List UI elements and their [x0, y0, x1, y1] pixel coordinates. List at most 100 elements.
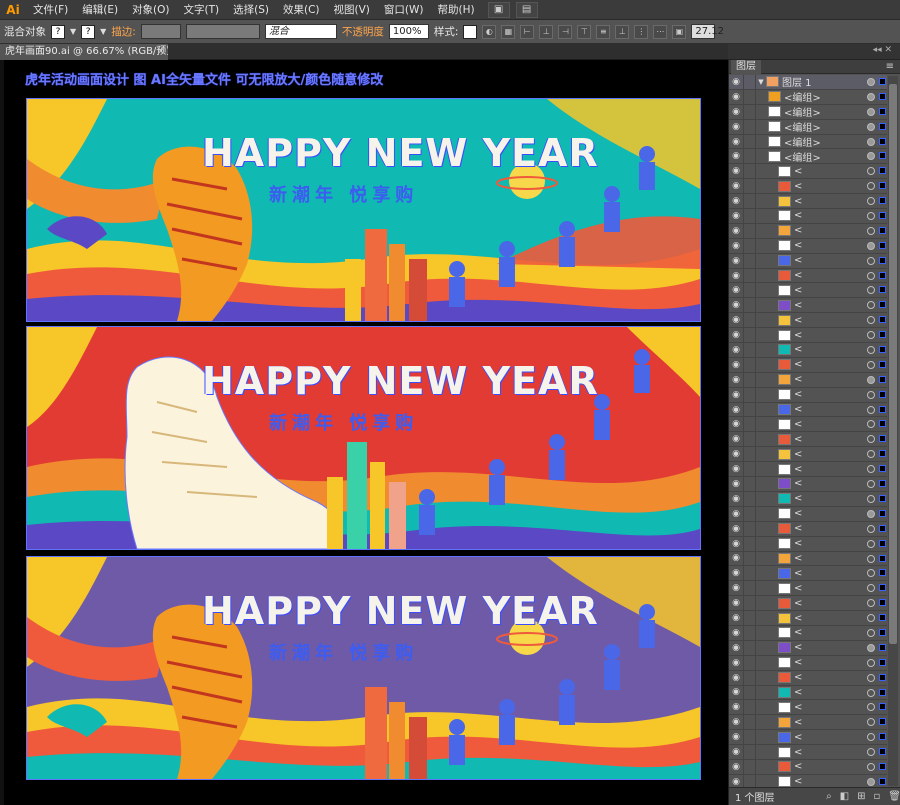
expand-triangle-icon[interactable]: ▶	[756, 778, 783, 786]
target-icon[interactable]	[867, 688, 875, 697]
target-icon[interactable]	[867, 226, 875, 235]
align-bottom-icon[interactable]: ⊥	[615, 24, 630, 39]
eye-icon[interactable]: ◉	[729, 628, 743, 638]
sublayer-row[interactable]: ◉▶<	[729, 223, 887, 239]
expand-triangle-icon[interactable]: ▶	[756, 93, 773, 101]
lock-toggle[interactable]	[743, 745, 756, 759]
sublayer-row[interactable]: ◉ <	[729, 506, 887, 522]
eye-icon[interactable]: ◉	[729, 777, 743, 787]
expand-triangle-icon[interactable]: ▶	[756, 703, 783, 711]
selection-indicator[interactable]	[879, 167, 886, 175]
selection-indicator[interactable]	[879, 524, 886, 532]
selection-indicator[interactable]	[879, 271, 886, 279]
eye-icon[interactable]: ◉	[729, 151, 743, 161]
artboard-banner-teal[interactable]: HAPPY NEW YEAR 新潮年 悦享购	[26, 98, 701, 322]
eye-icon[interactable]: ◉	[729, 464, 743, 474]
lock-toggle[interactable]	[743, 759, 756, 774]
target-icon[interactable]	[867, 78, 875, 86]
sublayer-row[interactable]: ◉▶<	[729, 640, 887, 656]
selection-indicator[interactable]	[879, 494, 886, 502]
chevron-down-icon[interactable]: ▼	[100, 27, 106, 36]
collapse-icon[interactable]: ◂◂ ✕	[873, 45, 892, 55]
selection-indicator[interactable]	[879, 718, 886, 726]
eye-icon[interactable]: ◉	[729, 479, 743, 489]
expand-triangle-icon[interactable]: ▶	[756, 346, 783, 354]
lock-toggle[interactable]	[743, 625, 756, 640]
eye-icon[interactable]: ◉	[729, 434, 743, 444]
x-coordinate-field[interactable]: 27.12	[691, 24, 724, 39]
lock-toggle[interactable]	[743, 670, 756, 685]
target-icon[interactable]	[867, 554, 875, 563]
selection-indicator[interactable]	[879, 346, 886, 354]
selection-indicator[interactable]	[879, 435, 886, 443]
eye-icon[interactable]: ◉	[729, 419, 743, 429]
target-icon[interactable]	[867, 107, 875, 116]
selection-indicator[interactable]	[879, 762, 886, 770]
eye-icon[interactable]: ◉	[729, 553, 743, 563]
selection-indicator[interactable]	[879, 748, 886, 756]
sublayer-row[interactable]: ◉▶<	[729, 343, 887, 358]
eye-icon[interactable]: ◉	[729, 241, 743, 251]
sublayer-row[interactable]: ◉▶<	[729, 685, 887, 701]
menu-type[interactable]: 文字(T)	[177, 0, 227, 20]
lock-toggle[interactable]	[743, 730, 756, 745]
eye-icon[interactable]: ◉	[729, 405, 743, 415]
expand-triangle-icon[interactable]: ▶	[756, 465, 783, 473]
eye-icon[interactable]: ◉	[729, 732, 743, 742]
selection-indicator[interactable]	[879, 286, 886, 294]
expand-triangle-icon[interactable]: ▶	[756, 569, 783, 577]
lock-toggle[interactable]	[743, 89, 756, 104]
stroke-weight-field[interactable]	[140, 24, 181, 39]
target-icon[interactable]	[867, 122, 875, 131]
lock-toggle[interactable]	[743, 209, 756, 223]
eye-icon[interactable]: ◉	[729, 762, 743, 772]
panel-menu-icon[interactable]: ≡	[886, 60, 894, 74]
lock-toggle[interactable]	[743, 104, 756, 119]
eye-icon[interactable]: ◉	[729, 509, 743, 519]
artboard-banner-red[interactable]: HAPPY NEW YEAR 新潮年 悦享购	[26, 326, 701, 550]
eye-icon[interactable]: ◉	[729, 673, 743, 683]
selection-indicator[interactable]	[879, 658, 886, 666]
sublayer-row[interactable]: ◉▶<	[729, 432, 887, 448]
lock-toggle[interactable]	[743, 432, 756, 447]
menu-file[interactable]: 文件(F)	[26, 0, 75, 20]
selection-indicator[interactable]	[879, 360, 886, 368]
bridge-icon[interactable]: ▣	[487, 1, 510, 18]
sublayer-row[interactable]: ◉▶<	[729, 521, 887, 537]
eye-icon[interactable]: ◉	[729, 449, 743, 459]
expand-triangle-icon[interactable]: ▼	[756, 152, 773, 160]
sublayer-row[interactable]: ◉ <	[729, 536, 887, 552]
lock-toggle[interactable]	[743, 357, 756, 372]
lock-toggle[interactable]	[743, 477, 756, 491]
sublayer-row[interactable]: ◉▶<	[729, 417, 887, 433]
expand-triangle-icon[interactable]: ▶	[756, 659, 783, 667]
eye-icon[interactable]: ◉	[729, 271, 743, 281]
selection-indicator[interactable]	[879, 777, 886, 785]
eye-icon[interactable]: ◉	[729, 687, 743, 697]
target-icon[interactable]	[867, 405, 875, 414]
eye-icon[interactable]: ◉	[729, 360, 743, 370]
lock-toggle[interactable]	[743, 536, 756, 551]
menu-view[interactable]: 视图(V)	[327, 0, 377, 20]
selection-indicator[interactable]	[879, 92, 886, 100]
selection-indicator[interactable]	[879, 390, 886, 398]
selection-indicator[interactable]	[879, 152, 886, 160]
eye-icon[interactable]: ◉	[729, 137, 743, 147]
sublayer-row[interactable]: ◉▶<	[729, 298, 887, 314]
target-icon[interactable]	[867, 643, 875, 652]
eye-icon[interactable]: ◉	[729, 539, 743, 549]
lock-toggle[interactable]	[743, 149, 756, 164]
sublayer-row[interactable]: ◉▶<	[729, 387, 887, 403]
sublayer-row[interactable]: ◉▶<	[729, 611, 887, 626]
target-icon[interactable]	[867, 390, 875, 399]
sublayer-row[interactable]: ◉▶<	[729, 164, 887, 180]
lock-toggle[interactable]	[743, 506, 756, 521]
sublayer-row[interactable]: ◉▶<	[729, 179, 887, 195]
expand-triangle-icon[interactable]: ▶	[756, 227, 783, 235]
group-row[interactable]: ◉ ▶ <编组>	[729, 134, 887, 150]
eye-icon[interactable]: ◉	[729, 375, 743, 385]
selection-indicator[interactable]	[879, 122, 886, 130]
eye-icon[interactable]: ◉	[729, 196, 743, 206]
eye-icon[interactable]: ◉	[729, 658, 743, 668]
eye-icon[interactable]: ◉	[729, 166, 743, 176]
